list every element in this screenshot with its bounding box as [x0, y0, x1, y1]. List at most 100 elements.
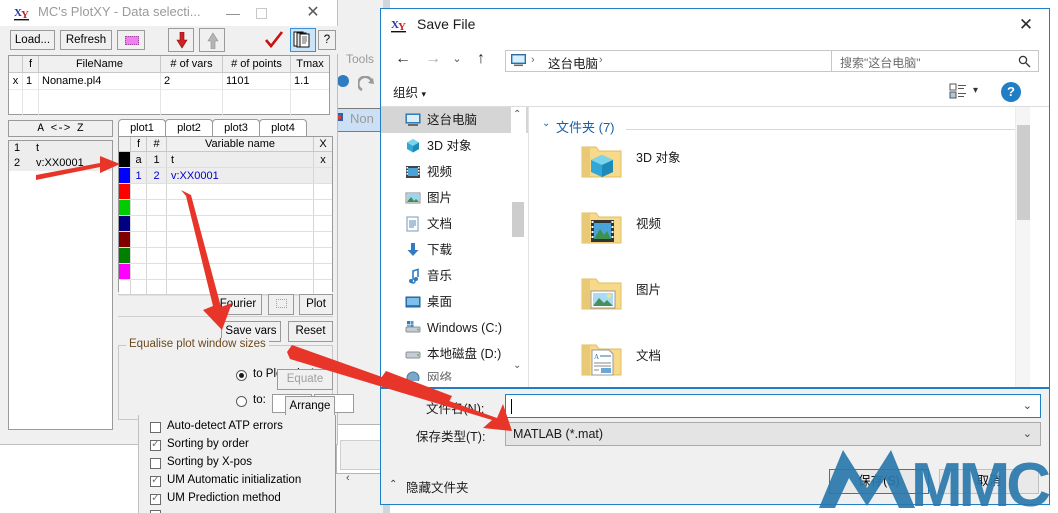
scrollbar-thumb[interactable] [512, 202, 524, 237]
color-swatch[interactable] [119, 184, 131, 199]
color-swatch[interactable] [119, 200, 131, 215]
table-row[interactable] [119, 248, 332, 264]
sidebar-item-3d-objects[interactable]: 3D 对象 [381, 133, 528, 159]
checkbox-um-automatic-initialization[interactable] [150, 473, 161, 487]
sidebar-item-videos[interactable]: 视频 [381, 159, 528, 185]
checkbox-auto-detect-atp-errors[interactable] [150, 422, 161, 433]
view-list-icon[interactable] [949, 83, 967, 101]
help-button[interactable]: ? [1001, 82, 1021, 102]
scroll-down-icon[interactable]: ⌄ [513, 360, 521, 371]
color-swatch[interactable] [119, 264, 131, 279]
tab-plot4[interactable]: plot4 [259, 119, 307, 137]
tab-plot2[interactable]: plot2 [165, 119, 213, 137]
move-up-button[interactable] [199, 28, 225, 52]
table-row[interactable]: a 1 t x [119, 152, 332, 168]
grid-button[interactable] [268, 294, 294, 315]
background-hscroll[interactable] [340, 440, 382, 470]
list-item[interactable]: 1t [9, 141, 112, 156]
table-row[interactable] [119, 200, 332, 216]
red-check-icon[interactable] [264, 30, 284, 50]
sidebar-item-music[interactable]: 音乐 [381, 263, 528, 289]
list-item-number: 1 [14, 142, 21, 154]
sidebar-item-local-disk-d[interactable]: 本地磁盘 (D:) [381, 341, 528, 367]
chevron-down-icon[interactable]: ▾ [973, 85, 978, 96]
table-row[interactable] [119, 232, 332, 248]
table-row[interactable]: x 1 Noname.pl4 2 1101 1.1 [9, 73, 329, 90]
close-button[interactable]: ✕ [300, 2, 326, 24]
navpane-scrollbar[interactable]: ⌃ ⌄ [511, 107, 526, 387]
chevron-down-icon[interactable]: ⌄ [1023, 399, 1032, 412]
sort-az-button[interactable]: A <-> Z [8, 120, 113, 137]
filetype-select[interactable]: MATLAB (*.mat) ⌄ [505, 422, 1041, 446]
hide-folders-button[interactable]: 隐藏文件夹 [406, 477, 469, 496]
table-row[interactable] [119, 184, 332, 200]
group-header[interactable]: ⌄ 文件夹 (7) [542, 117, 615, 136]
tab-plot1[interactable]: plot1 [118, 119, 166, 137]
back-icon[interactable]: ← [391, 47, 415, 71]
filelist-scrollbar[interactable] [1015, 107, 1030, 387]
sidebar-item-downloads[interactable]: 下载 [381, 237, 528, 263]
available-variables-list[interactable]: 1t 2 v:XX0001 [8, 140, 113, 430]
maximize-button[interactable] [256, 8, 267, 19]
checkbox-sorting-by-xpos[interactable] [150, 458, 161, 469]
arrange-button[interactable]: Arrange [285, 396, 335, 417]
sidebar-item-pictures[interactable]: 图片 [381, 185, 528, 211]
color-swatch[interactable] [119, 232, 131, 247]
search-input[interactable]: 搜索"这台电脑" [831, 50, 1039, 72]
menu-tools[interactable]: Tools [346, 52, 374, 66]
table-row[interactable] [119, 216, 332, 232]
close-icon[interactable]: ✕ [1009, 13, 1043, 37]
chevron-left-icon[interactable]: ‹ [346, 472, 350, 484]
sidebar-item-network[interactable]: 网络 [381, 367, 528, 381]
chevron-up-icon[interactable]: ⌃ [389, 479, 397, 490]
scrollbar-thumb[interactable] [1017, 125, 1030, 220]
list-item[interactable]: 视频 [530, 205, 790, 267]
sidebar-item-desktop[interactable]: 桌面 [381, 289, 528, 315]
table-row[interactable] [119, 264, 332, 280]
checkbox-um-prediction-method[interactable] [150, 491, 161, 505]
chevron-down-icon[interactable]: ⌄ [542, 118, 550, 129]
help-button[interactable]: ? [318, 30, 336, 50]
sidebar-item-documents[interactable]: 文档 [381, 211, 528, 237]
checkbox-sorting-by-order[interactable] [150, 437, 161, 451]
load-button[interactable]: Load... [10, 30, 55, 50]
minimize-button[interactable]: — [216, 3, 250, 23]
color-swatch[interactable] [119, 152, 131, 167]
radio-to-plot-win-1[interactable] [236, 370, 247, 381]
redo-arrow-icon[interactable] [356, 75, 378, 96]
forward-icon[interactable]: → [421, 47, 445, 71]
reset-button[interactable]: Reset [288, 321, 333, 342]
color-swatch[interactable] [119, 216, 131, 231]
var-x-marker[interactable] [314, 168, 332, 183]
color-swatch[interactable] [119, 168, 131, 183]
plot-button[interactable]: Plot [299, 294, 333, 315]
color-swatch[interactable] [119, 248, 131, 263]
list-item[interactable]: 图片 [530, 271, 790, 333]
table-row[interactable]: 1 2 v:XX0001 [119, 168, 332, 184]
recent-locations-icon[interactable]: ⌄ [445, 47, 469, 71]
organize-button[interactable]: 组织 ▾ [393, 82, 426, 101]
up-icon[interactable]: ↑ [469, 47, 493, 71]
pink-selection-button[interactable] [117, 30, 145, 50]
list-item[interactable]: 2 v:XX0001 [9, 156, 112, 171]
computer-icon [405, 113, 421, 126]
sidebar-item-this-pc[interactable]: 这台电脑 [381, 107, 528, 133]
radio-to-custom[interactable] [236, 396, 247, 407]
scroll-up-icon[interactable]: ⌃ [513, 109, 521, 120]
move-down-button[interactable] [168, 28, 194, 52]
search-icon[interactable] [1018, 55, 1031, 68]
list-item-label: 文档 [636, 349, 662, 363]
sidebar-item-label: 这台电脑 [427, 113, 478, 127]
breadcrumb-text[interactable]: 这台电脑 [548, 53, 598, 72]
row-x-marker[interactable]: x [9, 73, 23, 89]
list-item[interactable]: 3D 对象 [530, 139, 790, 201]
filename-input[interactable]: ⌄ [505, 394, 1041, 418]
chevron-down-icon[interactable]: ⌄ [1023, 427, 1032, 440]
copy-button[interactable] [290, 28, 316, 52]
fourier-button[interactable]: Fourier [214, 294, 262, 315]
var-x-marker[interactable]: x [314, 152, 332, 167]
equate-button[interactable]: Equate [277, 369, 333, 390]
refresh-button[interactable]: Refresh [60, 30, 112, 50]
tab-plot3[interactable]: plot3 [212, 119, 260, 137]
sidebar-item-windows-c[interactable]: Windows (C:) [381, 315, 528, 341]
